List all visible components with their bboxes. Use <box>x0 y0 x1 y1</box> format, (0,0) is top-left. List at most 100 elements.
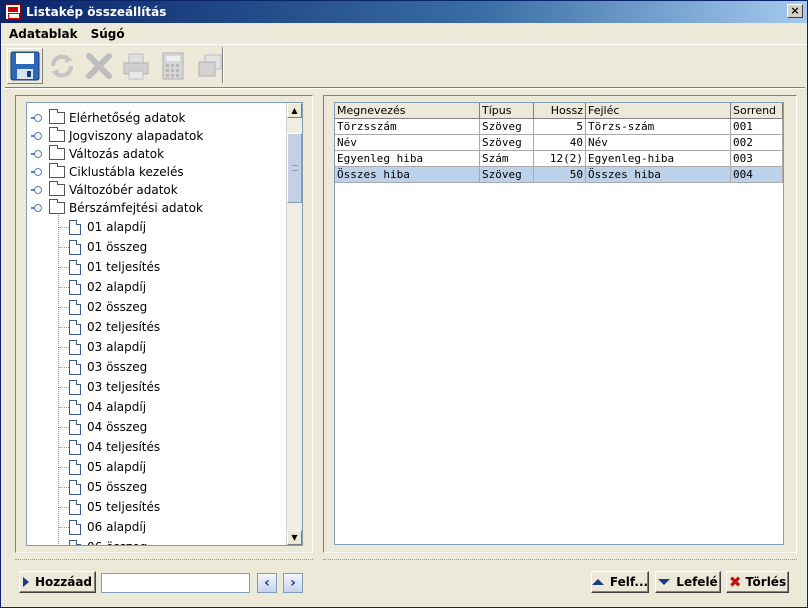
tree-leaf[interactable]: 03 alapdíj <box>69 338 146 356</box>
search-input[interactable] <box>101 573 250 593</box>
tree-leaf[interactable]: 01 alapdíj <box>69 218 146 236</box>
tree-leaf[interactable]: 05 alapdíj <box>69 458 146 476</box>
scroll-down-button[interactable]: ▼ <box>287 530 302 545</box>
refresh-button[interactable] <box>44 48 80 84</box>
scroll-up-button[interactable]: ▲ <box>287 103 302 118</box>
close-button[interactable]: × <box>787 4 803 18</box>
tree-leaf[interactable]: 02 alapdíj <box>69 278 146 296</box>
tree-folder[interactable]: Bérszámfejtési adatok <box>31 199 203 217</box>
menu-adatablak[interactable]: Adatablak <box>4 27 83 41</box>
col-header-header[interactable]: Fejléc <box>586 103 731 119</box>
right-actions: Felf... Lefelé ✖ Törlés <box>323 559 797 603</box>
tree-expand-handle-icon[interactable] <box>31 185 42 195</box>
arrow-down-icon <box>658 579 671 585</box>
tree-folder-label: Elérhetőség adatok <box>69 111 186 125</box>
tree-leaf-label: 03 alapdíj <box>87 340 147 354</box>
tree-leaf[interactable]: 03 teljesítés <box>69 378 160 396</box>
main-window: Listakép összeállítás × Adatablak Súgó E… <box>0 0 808 608</box>
folder-icon <box>49 109 65 124</box>
tree-expand-handle-icon[interactable] <box>31 167 42 177</box>
tree-folder[interactable]: Elérhetőség adatok <box>31 109 185 127</box>
tree-leaf[interactable]: 01 teljesítés <box>69 258 160 276</box>
toolbar-separator <box>222 47 224 83</box>
tree-leaf[interactable]: 02 összeg <box>69 298 147 316</box>
tree-leaf-label: 02 összeg <box>87 300 148 314</box>
tree-leaf[interactable]: 01 összeg <box>69 238 147 256</box>
title-bar: Listakép összeállítás × <box>1 1 807 23</box>
scroll-thumb[interactable] <box>287 133 302 203</box>
col-header-length[interactable]: Hossz <box>534 103 586 119</box>
tree-leaf-label: 02 alapdíj <box>87 280 147 294</box>
table-cell-order: 004 <box>731 167 783 183</box>
delete-button[interactable] <box>81 48 117 84</box>
tree-folder[interactable]: Ciklustábla kezelés <box>31 163 184 181</box>
print-icon <box>123 53 149 80</box>
table-row[interactable]: Összes hiba Szöveg 50 Összes hiba 004 <box>335 167 783 183</box>
tree-leaf-label: 06 összeg <box>87 540 147 545</box>
col-header-type[interactable]: Típus <box>480 103 534 119</box>
next-button[interactable]: › <box>283 573 303 593</box>
add-button[interactable]: Hozzáad <box>19 571 96 593</box>
table-cell-length: 50 <box>534 167 586 183</box>
tree-leaf-label: 06 alapdíj <box>87 520 147 534</box>
table-cell-length: 5 <box>534 119 586 135</box>
tree-leaf[interactable]: 04 teljesítés <box>69 438 160 456</box>
table-row[interactable]: Név Szöveg 40 Név 002 <box>335 135 783 151</box>
tree-folder-label: Változás adatok <box>69 147 165 161</box>
tree-leaf[interactable]: 06 alapdíj <box>69 518 146 536</box>
table-cell-type: Szöveg <box>480 167 534 183</box>
left-actions: Hozzáad ‹ › <box>15 559 313 603</box>
tree-leaf[interactable]: 03 összeg <box>69 358 147 376</box>
tree-leaf-label: 01 alapdíj <box>87 220 147 234</box>
refresh-icon <box>51 54 73 78</box>
table-row[interactable]: Egyenleg hiba Szám 12(2) Egyenleg-hiba 003 <box>335 151 783 167</box>
tree-leaf[interactable]: 04 alapdíj <box>69 398 146 416</box>
tree-leaf[interactable]: 04 összeg <box>69 418 147 436</box>
tree-expand-handle-icon[interactable] <box>31 203 42 213</box>
table-cell-order: 001 <box>731 119 783 135</box>
tree-leaf-label: 01 teljesítés <box>87 260 161 274</box>
calculator-icon <box>162 52 184 80</box>
table-cell-type: Szám <box>480 151 534 167</box>
tree-leaf[interactable]: 06 összeg <box>69 538 147 545</box>
tree-leaf-label: 03 összeg <box>87 360 148 374</box>
prev-button[interactable]: ‹ <box>257 573 277 593</box>
table-row[interactable]: Törzsszám Szöveg 5 Törzs-szám 001 <box>335 119 783 135</box>
window-title: Listakép összeállítás <box>26 5 167 19</box>
move-down-button[interactable]: Lefelé <box>655 571 721 593</box>
move-up-button[interactable]: Felf... <box>591 571 649 593</box>
delete-icon <box>86 53 112 79</box>
document-icon <box>69 299 81 315</box>
col-header-name[interactable]: Megnevezés <box>335 103 480 119</box>
tree-folder[interactable]: Jogviszony alapadatok <box>31 127 203 145</box>
document-icon <box>69 439 81 455</box>
tree-folder[interactable]: Változóbér adatok <box>31 181 178 199</box>
document-icon <box>69 459 81 475</box>
col-header-order[interactable]: Sorrend <box>731 103 783 119</box>
document-icon <box>69 319 81 335</box>
tree-folder-label: Változóbér adatok <box>69 183 178 197</box>
delete-row-button[interactable]: ✖ Törlés <box>726 571 789 593</box>
folder-icon <box>49 145 65 160</box>
save-button[interactable] <box>7 48 43 84</box>
tree-leaf[interactable]: 02 teljesítés <box>69 318 160 336</box>
table-cell-header: Név <box>586 135 731 151</box>
table-cell-order: 003 <box>731 151 783 167</box>
move-up-label: Felf... <box>609 575 649 589</box>
tree-scrollbar[interactable]: ▲ ▼ <box>286 103 302 545</box>
calculator-button[interactable] <box>155 48 191 84</box>
field-tree: Elérhetőség adatok Jogviszony alapadatok… <box>26 102 303 546</box>
tree-leaf[interactable]: 05 összeg <box>69 478 147 496</box>
document-icon <box>69 239 81 255</box>
table-cell-length: 40 <box>534 135 586 151</box>
tree-leaf[interactable]: 05 teljesítés <box>69 498 160 516</box>
tree-expand-handle-icon[interactable] <box>31 131 42 141</box>
tree-expand-handle-icon[interactable] <box>31 113 42 123</box>
table-cell-header: Egyenleg-hiba <box>586 151 731 167</box>
table-cell-type: Szöveg <box>480 135 534 151</box>
tree-expand-handle-icon[interactable] <box>31 149 42 159</box>
print-button[interactable] <box>118 48 154 84</box>
menu-sugo[interactable]: Súgó <box>86 27 130 41</box>
tree-leaf-label: 02 teljesítés <box>87 320 161 334</box>
tree-folder[interactable]: Változás adatok <box>31 145 164 163</box>
